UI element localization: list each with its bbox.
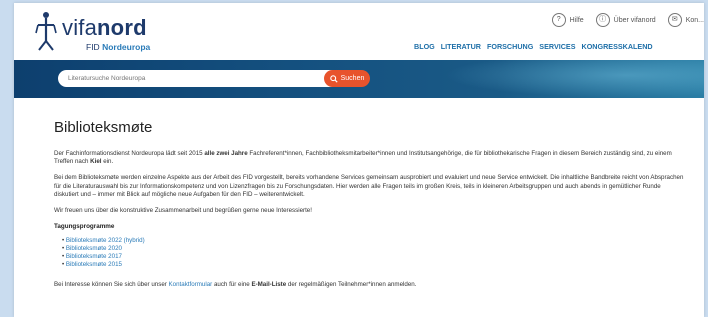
main-nav: BLOG LITERATUR FORSCHUNG SERVICES KONGRE… [414,42,653,51]
nav-item-blog[interactable]: BLOG [414,42,435,51]
contact-label: Kon... [685,16,704,24]
page-frame: vifanord FID Nordeuropa ? Hilfe ⓘ Über v… [14,3,704,317]
description-paragraph: Bei dem Biblioteksmøte werden einzelne A… [54,174,684,198]
search-input[interactable] [58,70,348,87]
help-label: Hilfe [569,16,584,24]
programme-link-2015[interactable]: Biblioteksmøte 2015 [62,261,684,269]
programme-link-2020[interactable]: Biblioteksmøte 2020 [62,245,684,253]
nav-item-forschung[interactable]: FORSCHUNG [487,42,533,51]
nav-item-services[interactable]: SERVICES [539,42,575,51]
utility-nav: ? Hilfe ⓘ Über vifanord ✉ Kon... [551,13,704,27]
programme-link-2017[interactable]: Biblioteksmøte 2017 [62,253,684,261]
search-icon [329,74,338,83]
about-link[interactable]: ⓘ Über vifanord [595,13,656,27]
banner-glow [444,60,704,98]
logo-wordmark: vifanord [62,15,147,40]
search-button-label: Suchen [340,75,365,82]
nav-item-literatur[interactable]: LITERATUR [441,42,481,51]
help-icon: ? [551,13,566,27]
page-title: Biblioteksmøte [54,119,153,136]
info-icon: ⓘ [595,13,610,27]
help-link[interactable]: ? Hilfe [551,13,584,27]
main-content: Biblioteksmøte Der Fachinformationsdiens… [54,103,684,288]
logo-subtitle: FID Nordeuropa [86,42,151,52]
programme-heading: Tagungsprogramme [54,223,115,231]
programme-link-2022[interactable]: Biblioteksmøte 2022 (hybrid) [62,237,684,245]
mail-icon: ✉ [667,13,682,27]
contact-note: Bei Interesse können Sie sich über unser… [54,281,417,289]
intro-paragraph: Der Fachinformationsdienst Nordeuropa lä… [54,150,672,166]
contact-link[interactable]: ✉ Kon... [667,13,704,27]
about-label: Über vifanord [613,16,656,24]
welcome-paragraph: Wir freuen uns über die konstruktive Zus… [54,207,312,215]
programme-list: Biblioteksmøte 2022 (hybrid) Biblioteksm… [62,237,684,269]
search-banner: Suchen [14,60,704,98]
search-button[interactable]: Suchen [324,70,370,87]
logo-figure-icon [35,12,57,51]
nav-item-kongresskalender[interactable]: KONGRESSKALEND [582,42,653,51]
vifanord-logo[interactable]: vifanord FID Nordeuropa [34,11,204,55]
contact-form-link[interactable]: Kontaktformular [169,281,213,288]
